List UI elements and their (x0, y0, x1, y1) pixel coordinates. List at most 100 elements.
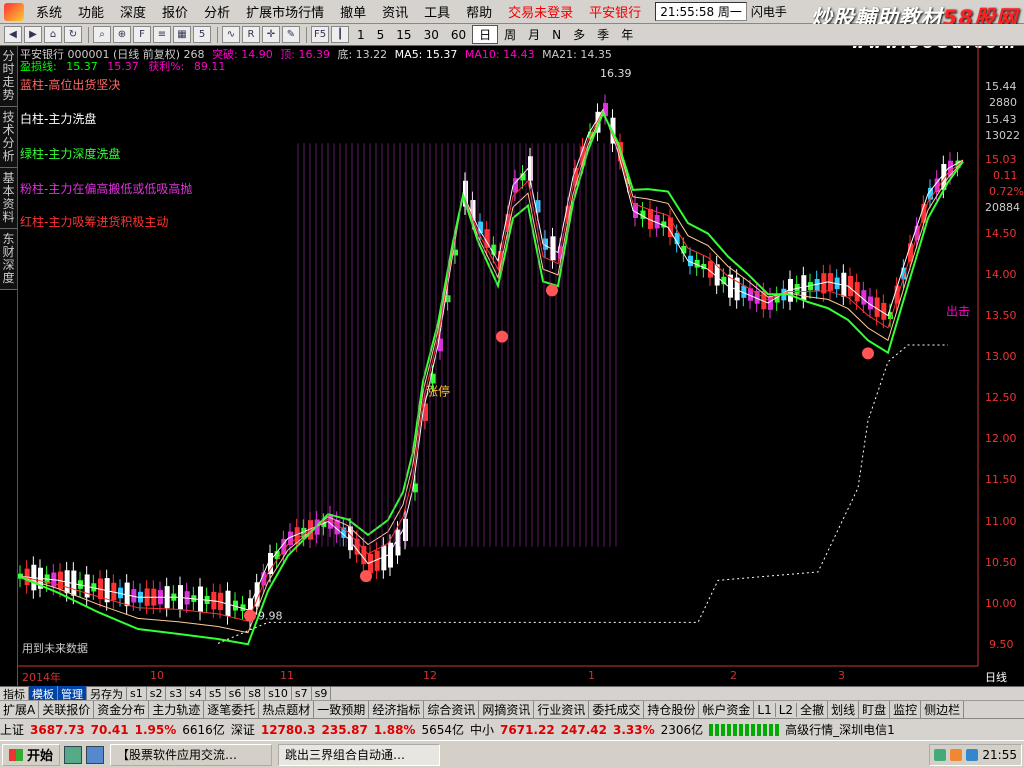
f5-icon[interactable]: 5 (193, 26, 211, 43)
itab-s8[interactable]: s8 (245, 687, 266, 700)
tray-icon[interactable] (966, 749, 979, 761)
y-label: 14.50 (985, 227, 1017, 240)
ftab-monitor[interactable]: 监控 (890, 701, 922, 718)
refresh-icon[interactable]: ↻ (64, 26, 82, 43)
candle-icon[interactable]: ┃ (331, 26, 349, 43)
kline-chart[interactable]: 16.39 9.98 涨停 出击 (18, 46, 1024, 686)
period-quarter[interactable]: 季 (591, 26, 615, 43)
period-month[interactable]: 月 (522, 26, 546, 43)
home-icon[interactable]: ⌂ (44, 26, 62, 43)
ftab-l1[interactable]: L1 (754, 702, 776, 717)
sz-label[interactable]: 深证 (231, 721, 255, 738)
itab-s7[interactable]: s7 (292, 687, 312, 700)
menu-news[interactable]: 资讯 (374, 2, 416, 21)
rsi-icon[interactable]: R (242, 26, 260, 43)
flash-trade[interactable]: 闪电手 (747, 3, 791, 20)
period-day[interactable]: 日 (472, 25, 499, 44)
sh-change: 70.41 (90, 722, 129, 737)
itab-s10[interactable]: s10 (265, 687, 292, 700)
f10-icon[interactable]: F (133, 26, 151, 43)
ftab-draw-line[interactable]: 划线 (828, 701, 860, 718)
start-button[interactable]: 开始 (2, 743, 61, 766)
chart-icon[interactable]: ∿ (222, 26, 240, 43)
period-60[interactable]: 60 (445, 28, 472, 42)
itab-s9[interactable]: s9 (312, 687, 332, 700)
ftab-industry-news[interactable]: 行业资讯 (534, 701, 590, 718)
itab-s4[interactable]: s4 (186, 687, 206, 700)
legend-green: 绿柱-主力深度洗盘 (20, 147, 121, 161)
f5-button-icon[interactable]: F5 (311, 26, 329, 43)
zx-pct: 3.33% (612, 722, 655, 737)
itab-s3[interactable]: s3 (166, 687, 187, 700)
menu-function[interactable]: 功能 (70, 2, 112, 21)
period-5[interactable]: 5 (371, 28, 391, 42)
menu-help[interactable]: 帮助 (458, 2, 500, 21)
list-icon[interactable]: ≡ (153, 26, 171, 43)
zoom-icon[interactable]: ⊕ (113, 26, 131, 43)
ftab-general-news[interactable]: 综合资讯 (424, 701, 480, 718)
draw-icon[interactable]: ✎ (282, 26, 300, 43)
menu-cancel-order[interactable]: 撤单 (332, 2, 374, 21)
ftab-tick-order[interactable]: 逐笔委托 (204, 701, 260, 718)
tab-fundamentals[interactable]: 基本资料 (0, 168, 17, 229)
sh-label[interactable]: 上证 (0, 721, 24, 738)
period-week[interactable]: 周 (498, 26, 522, 43)
ftab-web-news[interactable]: 网摘资讯 (479, 701, 535, 718)
ftab-main-track[interactable]: 主力轨迹 (149, 701, 205, 718)
grid-icon[interactable]: ▦ (173, 26, 191, 43)
y-label: 11.00 (985, 515, 1017, 528)
ftab-sidebar[interactable]: 侧边栏 (921, 701, 965, 718)
forward-icon[interactable]: ▶ (24, 26, 42, 43)
ftab-account-funds[interactable]: 帐户资金 (699, 701, 755, 718)
ftab-l2[interactable]: L2 (776, 702, 798, 717)
quicklaunch-icon[interactable] (86, 745, 105, 764)
period-multi[interactable]: 多 (567, 26, 591, 43)
ftab-fund-dist[interactable]: 资金分布 (94, 701, 150, 718)
tab-technical[interactable]: 技术分析 (0, 107, 17, 168)
ftab-cancel-all[interactable]: 全撤 (797, 701, 829, 718)
ftab-ext-a[interactable]: 扩展A (0, 701, 40, 718)
period-year[interactable]: 年 (615, 26, 639, 43)
start-label: 开始 (27, 749, 54, 764)
menu-analysis[interactable]: 分析 (196, 2, 238, 21)
itab-s5[interactable]: s5 (206, 687, 226, 700)
ftab-consensus[interactable]: 一致预期 (314, 701, 370, 718)
menu-system[interactable]: 系统 (28, 2, 70, 21)
period-n[interactable]: N (546, 28, 567, 42)
ftab-watch[interactable]: 盯盘 (859, 701, 891, 718)
tray-icon[interactable] (950, 749, 963, 761)
ftab-econ-index[interactable]: 经济指标 (369, 701, 425, 718)
menu-ext-market[interactable]: 扩展市场行情 (238, 2, 332, 21)
taskbar-item-active[interactable]: 跳出三界组合自动通… (278, 743, 441, 766)
period-30[interactable]: 30 (418, 28, 445, 42)
ftab-related-quote[interactable]: 关联报价 (39, 701, 95, 718)
broker-name[interactable]: 平安银行 (581, 2, 649, 21)
menu-depth[interactable]: 深度 (112, 2, 154, 21)
y-label: 15.44 (985, 80, 1017, 93)
quicklaunch-icon[interactable] (64, 745, 83, 764)
menu-quote[interactable]: 报价 (154, 2, 196, 21)
cross-icon[interactable]: ✛ (262, 26, 280, 43)
zx-label[interactable]: 中小 (470, 721, 494, 738)
sh-amount: 6616亿 (182, 723, 225, 737)
x-label: 12 (423, 669, 437, 682)
back-icon[interactable]: ◀ (4, 26, 22, 43)
tray-icon[interactable] (934, 749, 947, 761)
kline-svg[interactable]: 16.39 9.98 涨停 出击 (18, 46, 1024, 686)
period-15[interactable]: 15 (390, 28, 417, 42)
find-icon[interactable]: ⌕ (93, 26, 111, 43)
profit-rate-label: 获利%: (148, 60, 185, 73)
itab-s6[interactable]: s6 (226, 687, 246, 700)
tab-depth[interactable]: 东财深度 (0, 229, 17, 290)
tab-intraday[interactable]: 分时走势 (0, 46, 17, 107)
itab-s2[interactable]: s2 (147, 687, 167, 700)
feed-name[interactable]: 高级行情_深圳电信1 (785, 721, 895, 738)
period-1[interactable]: 1 (351, 28, 371, 42)
taskbar-item[interactable]: 【股票软件应用交流… (110, 743, 273, 766)
login-status[interactable]: 交易未登录 (500, 2, 581, 21)
ftab-hot-topic[interactable]: 热点题材 (259, 701, 315, 718)
ftab-orders[interactable]: 委托成交 (589, 701, 645, 718)
ftab-holdings[interactable]: 持仓股份 (644, 701, 700, 718)
itab-s1[interactable]: s1 (127, 687, 147, 700)
menu-tools[interactable]: 工具 (416, 2, 458, 21)
